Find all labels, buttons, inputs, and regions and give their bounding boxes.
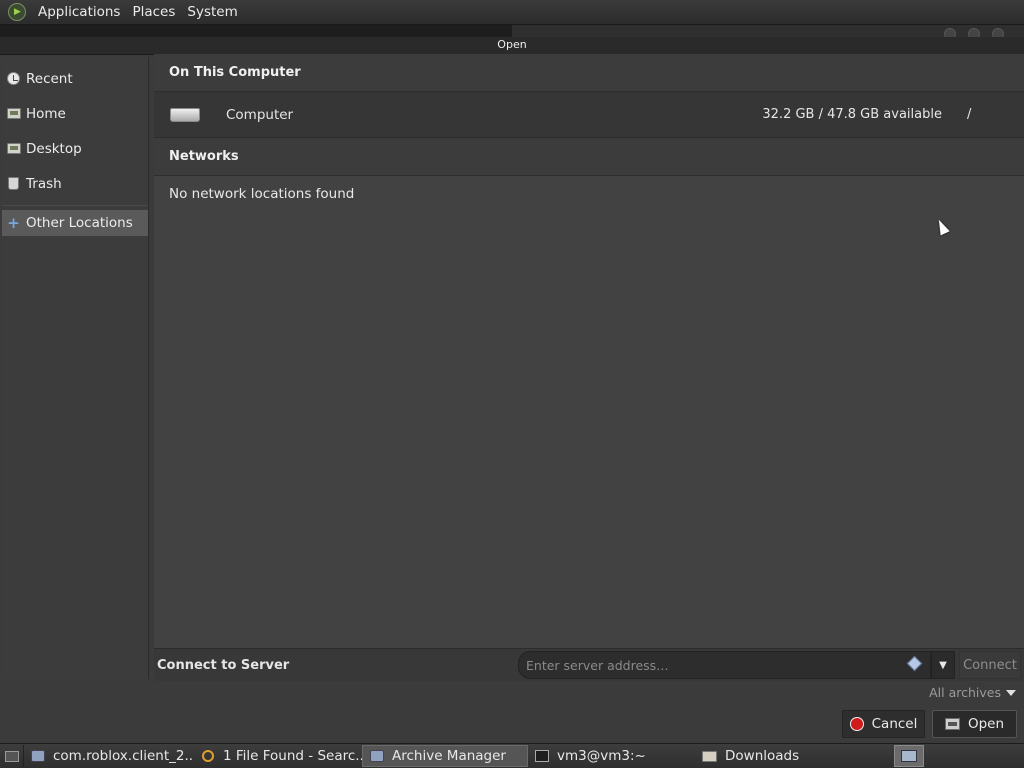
cancel-button[interactable]: Cancel bbox=[842, 710, 925, 738]
menu-applications[interactable]: Applications bbox=[32, 4, 126, 20]
workspace-switcher[interactable] bbox=[894, 745, 924, 767]
parent-window-strip bbox=[0, 25, 1024, 40]
location-name: Computer bbox=[226, 106, 294, 123]
drive-icon bbox=[170, 107, 200, 122]
server-address-input[interactable] bbox=[518, 651, 931, 679]
trash-icon bbox=[6, 177, 21, 191]
archive-icon bbox=[30, 750, 45, 763]
location-row-computer[interactable]: Computer 32.2 GB / 47.8 GB available / bbox=[154, 92, 1024, 138]
archive-icon bbox=[369, 750, 384, 763]
workspace-icon bbox=[901, 750, 917, 762]
location-mount-point: / bbox=[967, 107, 972, 122]
taskbar-item-label: Downloads bbox=[725, 748, 800, 764]
taskbar-item-label: Archive Manager bbox=[392, 748, 506, 764]
menu-system[interactable]: System bbox=[181, 4, 243, 20]
sidebar-item-label: Other Locations bbox=[26, 215, 133, 231]
taskbar-item-downloads[interactable]: Downloads bbox=[696, 745, 846, 767]
taskbar-item-label: vm3@vm3:~ bbox=[557, 748, 646, 764]
places-sidebar: Recent Home Desktop Trash + Other Locati… bbox=[2, 57, 149, 679]
desktop-folder-icon bbox=[6, 142, 21, 156]
section-on-this-computer: On This Computer bbox=[154, 54, 1024, 92]
home-folder-icon bbox=[6, 107, 21, 121]
menu-places[interactable]: Places bbox=[126, 4, 181, 20]
top-panel: ▶ Applications Places System bbox=[0, 0, 1024, 25]
sidebar-item-other-locations[interactable]: + Other Locations bbox=[2, 210, 148, 236]
chevron-down-icon: ▼ bbox=[939, 659, 947, 671]
recent-icon bbox=[6, 72, 21, 86]
open-button[interactable]: Open bbox=[932, 710, 1017, 738]
desktop-icon bbox=[4, 750, 19, 762]
sidebar-item-trash[interactable]: Trash bbox=[2, 166, 148, 201]
open-label: Open bbox=[967, 716, 1005, 732]
connect-label: Connect to Server bbox=[157, 657, 290, 673]
sidebar-item-label: Home bbox=[26, 105, 66, 122]
sidebar-separator bbox=[2, 205, 148, 206]
cancel-label: Cancel bbox=[871, 716, 918, 732]
parent-window-titlebar bbox=[0, 25, 512, 37]
sidebar-item-label: Trash bbox=[26, 175, 62, 192]
bottom-taskbar: com.roblox.client_2.... 1 File Found - S… bbox=[0, 743, 1024, 768]
cancel-icon bbox=[849, 717, 864, 731]
taskbar-item-roblox-archive[interactable]: com.roblox.client_2.... bbox=[24, 745, 194, 767]
plus-icon: + bbox=[7, 213, 20, 232]
dialog-title: Open bbox=[0, 37, 1024, 55]
sidebar-item-recent[interactable]: Recent bbox=[2, 61, 148, 96]
show-desktop-button[interactable] bbox=[0, 745, 24, 767]
open-folder-icon bbox=[944, 718, 960, 730]
connect-to-server-bar: Connect to Server ▼ Connect bbox=[154, 648, 1024, 681]
recent-servers-dropdown[interactable]: ▼ bbox=[931, 651, 955, 679]
terminal-icon bbox=[534, 750, 549, 763]
distro-logo-icon[interactable]: ▶ bbox=[8, 3, 26, 21]
filter-selected-value: All archives bbox=[929, 685, 1001, 700]
chevron-down-icon bbox=[1006, 689, 1016, 696]
taskbar-item-terminal[interactable]: vm3@vm3:~ bbox=[528, 745, 696, 767]
taskbar-item-search[interactable]: 1 File Found - Searc... bbox=[194, 745, 362, 767]
section-networks: Networks bbox=[154, 138, 1024, 176]
sidebar-item-desktop[interactable]: Desktop bbox=[2, 131, 148, 166]
no-network-message: No network locations found bbox=[169, 186, 355, 202]
taskbar-item-label: 1 File Found - Searc... bbox=[223, 748, 362, 764]
sidebar-item-label: Desktop bbox=[26, 140, 82, 157]
taskbar-item-archive-manager[interactable]: Archive Manager bbox=[362, 745, 528, 767]
locations-view: On This Computer Computer 32.2 GB / 47.8… bbox=[154, 54, 1024, 648]
sidebar-item-home[interactable]: Home bbox=[2, 96, 148, 131]
file-type-filter[interactable]: All archives bbox=[929, 685, 1016, 700]
open-file-dialog: Open Recent Home Desktop Trash + Other L… bbox=[0, 37, 1024, 743]
taskbar-item-label: com.roblox.client_2.... bbox=[53, 748, 194, 764]
sidebar-item-label: Recent bbox=[26, 70, 73, 87]
folder-icon bbox=[702, 750, 717, 763]
connect-button[interactable]: Connect bbox=[959, 651, 1021, 679]
location-space: 32.2 GB / 47.8 GB available bbox=[762, 107, 942, 122]
search-icon bbox=[200, 750, 215, 763]
